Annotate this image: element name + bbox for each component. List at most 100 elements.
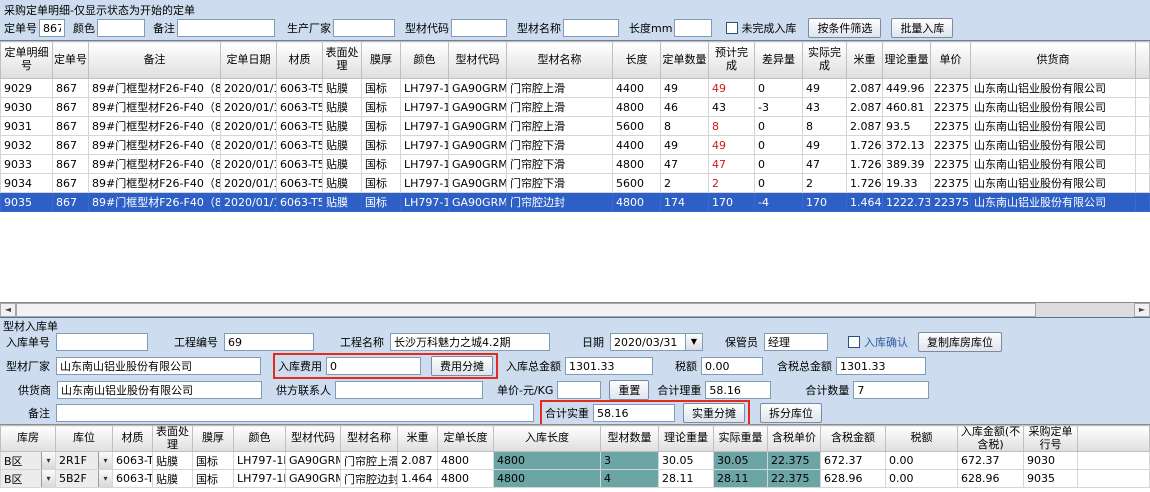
column-header[interactable]: 含税金额 <box>821 426 886 452</box>
cell[interactable]: 2.087 <box>847 117 883 136</box>
cell[interactable]: 山东南山铝业股份有限公司 <box>971 79 1136 98</box>
column-header[interactable]: 型材数量 <box>601 426 659 452</box>
cell[interactable]: 门帘腔上滑 <box>507 98 613 117</box>
cell[interactable]: 2.087 <box>398 452 438 470</box>
cell[interactable]: LH797-1LL0 <box>234 452 286 470</box>
column-header[interactable]: 膜厚 <box>362 42 401 79</box>
table-row[interactable]: 903186789#门框型材F26-F40（866+867）2020/01/13… <box>1 117 1150 136</box>
column-header[interactable]: 库位 <box>56 426 113 452</box>
table-row[interactable]: 902986789#门框型材F26-F40（866+867）2020/01/13… <box>1 79 1150 98</box>
cell[interactable]: GA90GRM03 <box>286 452 341 470</box>
cell[interactable]: 6063-T5 <box>113 452 153 470</box>
cell[interactable]: 867 <box>53 155 89 174</box>
actual-weight-share-button[interactable]: 实重分摊 <box>683 403 745 423</box>
dropdown-arrow-icon[interactable]: ▾ <box>41 452 55 469</box>
cell[interactable]: 山东南山铝业股份有限公司 <box>971 98 1136 117</box>
cell[interactable]: GA90GRM04 <box>449 136 507 155</box>
cell[interactable]: 4800 <box>494 452 601 470</box>
cell[interactable]: LH797-1LL0 <box>401 174 449 193</box>
cell[interactable]: 0.00 <box>886 452 958 470</box>
cell[interactable]: 4400 <box>613 79 661 98</box>
cell[interactable]: 89#门框型材F26-F40（866+867） <box>89 117 221 136</box>
column-header[interactable]: 长度 <box>613 42 661 79</box>
cell[interactable]: GA90GRM04 <box>449 155 507 174</box>
cell[interactable]: 6063-T5 <box>277 193 323 212</box>
table-row[interactable]: 903486789#门框型材F26-F40（866+867）2020/01/13… <box>1 174 1150 193</box>
batch-inbound-button[interactable]: 批量入库 <box>891 18 953 38</box>
column-header[interactable]: 颜色 <box>234 426 286 452</box>
scroll-left-arrow-icon[interactable]: ◄ <box>0 303 16 317</box>
cell[interactable]: 山东南山铝业股份有限公司 <box>971 174 1136 193</box>
column-header[interactable]: 定单日期 <box>221 42 277 79</box>
cell[interactable]: 1.726 <box>847 136 883 155</box>
cell[interactable]: 6063-T5 <box>113 470 153 488</box>
cell[interactable]: 8 <box>803 117 847 136</box>
unfinished-inbound-checkbox[interactable] <box>726 22 738 34</box>
cell[interactable]: 国标 <box>193 470 234 488</box>
length-filter-input[interactable] <box>674 19 712 37</box>
cell[interactable]: 30.05 <box>659 452 714 470</box>
cell[interactable]: 2.087 <box>847 79 883 98</box>
scrollbar-thumb[interactable] <box>16 303 1036 317</box>
cell[interactable]: 0 <box>755 79 803 98</box>
cell[interactable]: 国标 <box>362 155 401 174</box>
cell[interactable]: 山东南山铝业股份有限公司 <box>971 117 1136 136</box>
cell[interactable]: 国标 <box>193 452 234 470</box>
cell[interactable]: GA90GRM03 <box>449 79 507 98</box>
cell[interactable]: -4 <box>755 193 803 212</box>
cell[interactable]: 89#门框型材F26-F40（866+867） <box>89 155 221 174</box>
cell[interactable]: 门帘腔下滑 <box>507 174 613 193</box>
cell[interactable]: 867 <box>53 174 89 193</box>
cell[interactable]: 28.11 <box>714 470 768 488</box>
cell[interactable]: GA90GRM05 <box>286 470 341 488</box>
column-header[interactable]: 表面处理 <box>323 42 362 79</box>
filter-by-condition-button[interactable]: 按条件筛选 <box>808 18 881 38</box>
column-header[interactable]: 税额 <box>886 426 958 452</box>
supplier-contact-input[interactable] <box>335 381 483 399</box>
cell[interactable]: 174 <box>661 193 709 212</box>
column-header[interactable]: 实际重量 <box>714 426 768 452</box>
cell[interactable]: 9030 <box>1 98 53 117</box>
horizontal-scrollbar[interactable]: ◄ ► <box>0 302 1150 318</box>
column-header[interactable]: 实际完成 <box>803 42 847 79</box>
cell[interactable]: 47 <box>709 155 755 174</box>
cell[interactable]: 贴膜 <box>323 174 362 193</box>
cell[interactable]: 22375 <box>931 117 971 136</box>
cell[interactable]: 19.33 <box>883 174 931 193</box>
cell[interactable]: 93.5 <box>883 117 931 136</box>
cell[interactable]: 9030 <box>1024 452 1078 470</box>
cell[interactable]: 22375 <box>931 98 971 117</box>
cell[interactable]: 山东南山铝业股份有限公司 <box>971 193 1136 212</box>
cell[interactable]: 2.087 <box>847 98 883 117</box>
column-header[interactable]: 理论重量 <box>883 42 931 79</box>
cell[interactable]: 山东南山铝业股份有限公司 <box>971 155 1136 174</box>
dropdown-arrow-icon[interactable]: ▾ <box>98 470 112 487</box>
cell[interactable]: 5600 <box>613 117 661 136</box>
cell[interactable]: 2 <box>709 174 755 193</box>
cell[interactable]: 22375 <box>931 193 971 212</box>
cell[interactable]: 4800 <box>613 155 661 174</box>
cell[interactable]: 1222.73 <box>883 193 931 212</box>
cell[interactable]: 9032 <box>1 136 53 155</box>
cell[interactable]: 2020/01/13 <box>221 155 277 174</box>
unit-price-input[interactable] <box>557 381 601 399</box>
cell[interactable]: GA90GRM03 <box>449 98 507 117</box>
cell[interactable]: 89#门框型材F26-F40（866+867） <box>89 98 221 117</box>
copy-warehouse-location-button[interactable]: 复制库房库位 <box>918 332 1002 352</box>
cell[interactable]: 4 <box>601 470 659 488</box>
cell[interactable]: 5B2F▾ <box>56 470 113 488</box>
cell[interactable]: 89#门框型材F26-F40（866+867） <box>89 174 221 193</box>
dropdown-arrow-icon[interactable]: ▾ <box>98 452 112 469</box>
table-row[interactable]: 903386789#门框型材F26-F40（866+867）2020/01/13… <box>1 155 1150 174</box>
cell[interactable]: 170 <box>709 193 755 212</box>
cell[interactable]: B区▾ <box>1 470 56 488</box>
profile-factory-input[interactable] <box>56 357 261 375</box>
remark-filter-input[interactable] <box>177 19 275 37</box>
column-header[interactable]: 型材代码 <box>449 42 507 79</box>
cell[interactable]: 贴膜 <box>323 155 362 174</box>
cell[interactable]: 0 <box>755 136 803 155</box>
cell[interactable]: 国标 <box>362 174 401 193</box>
project-name-input[interactable] <box>390 333 550 351</box>
cell[interactable]: 372.13 <box>883 136 931 155</box>
cell[interactable]: 867 <box>53 117 89 136</box>
